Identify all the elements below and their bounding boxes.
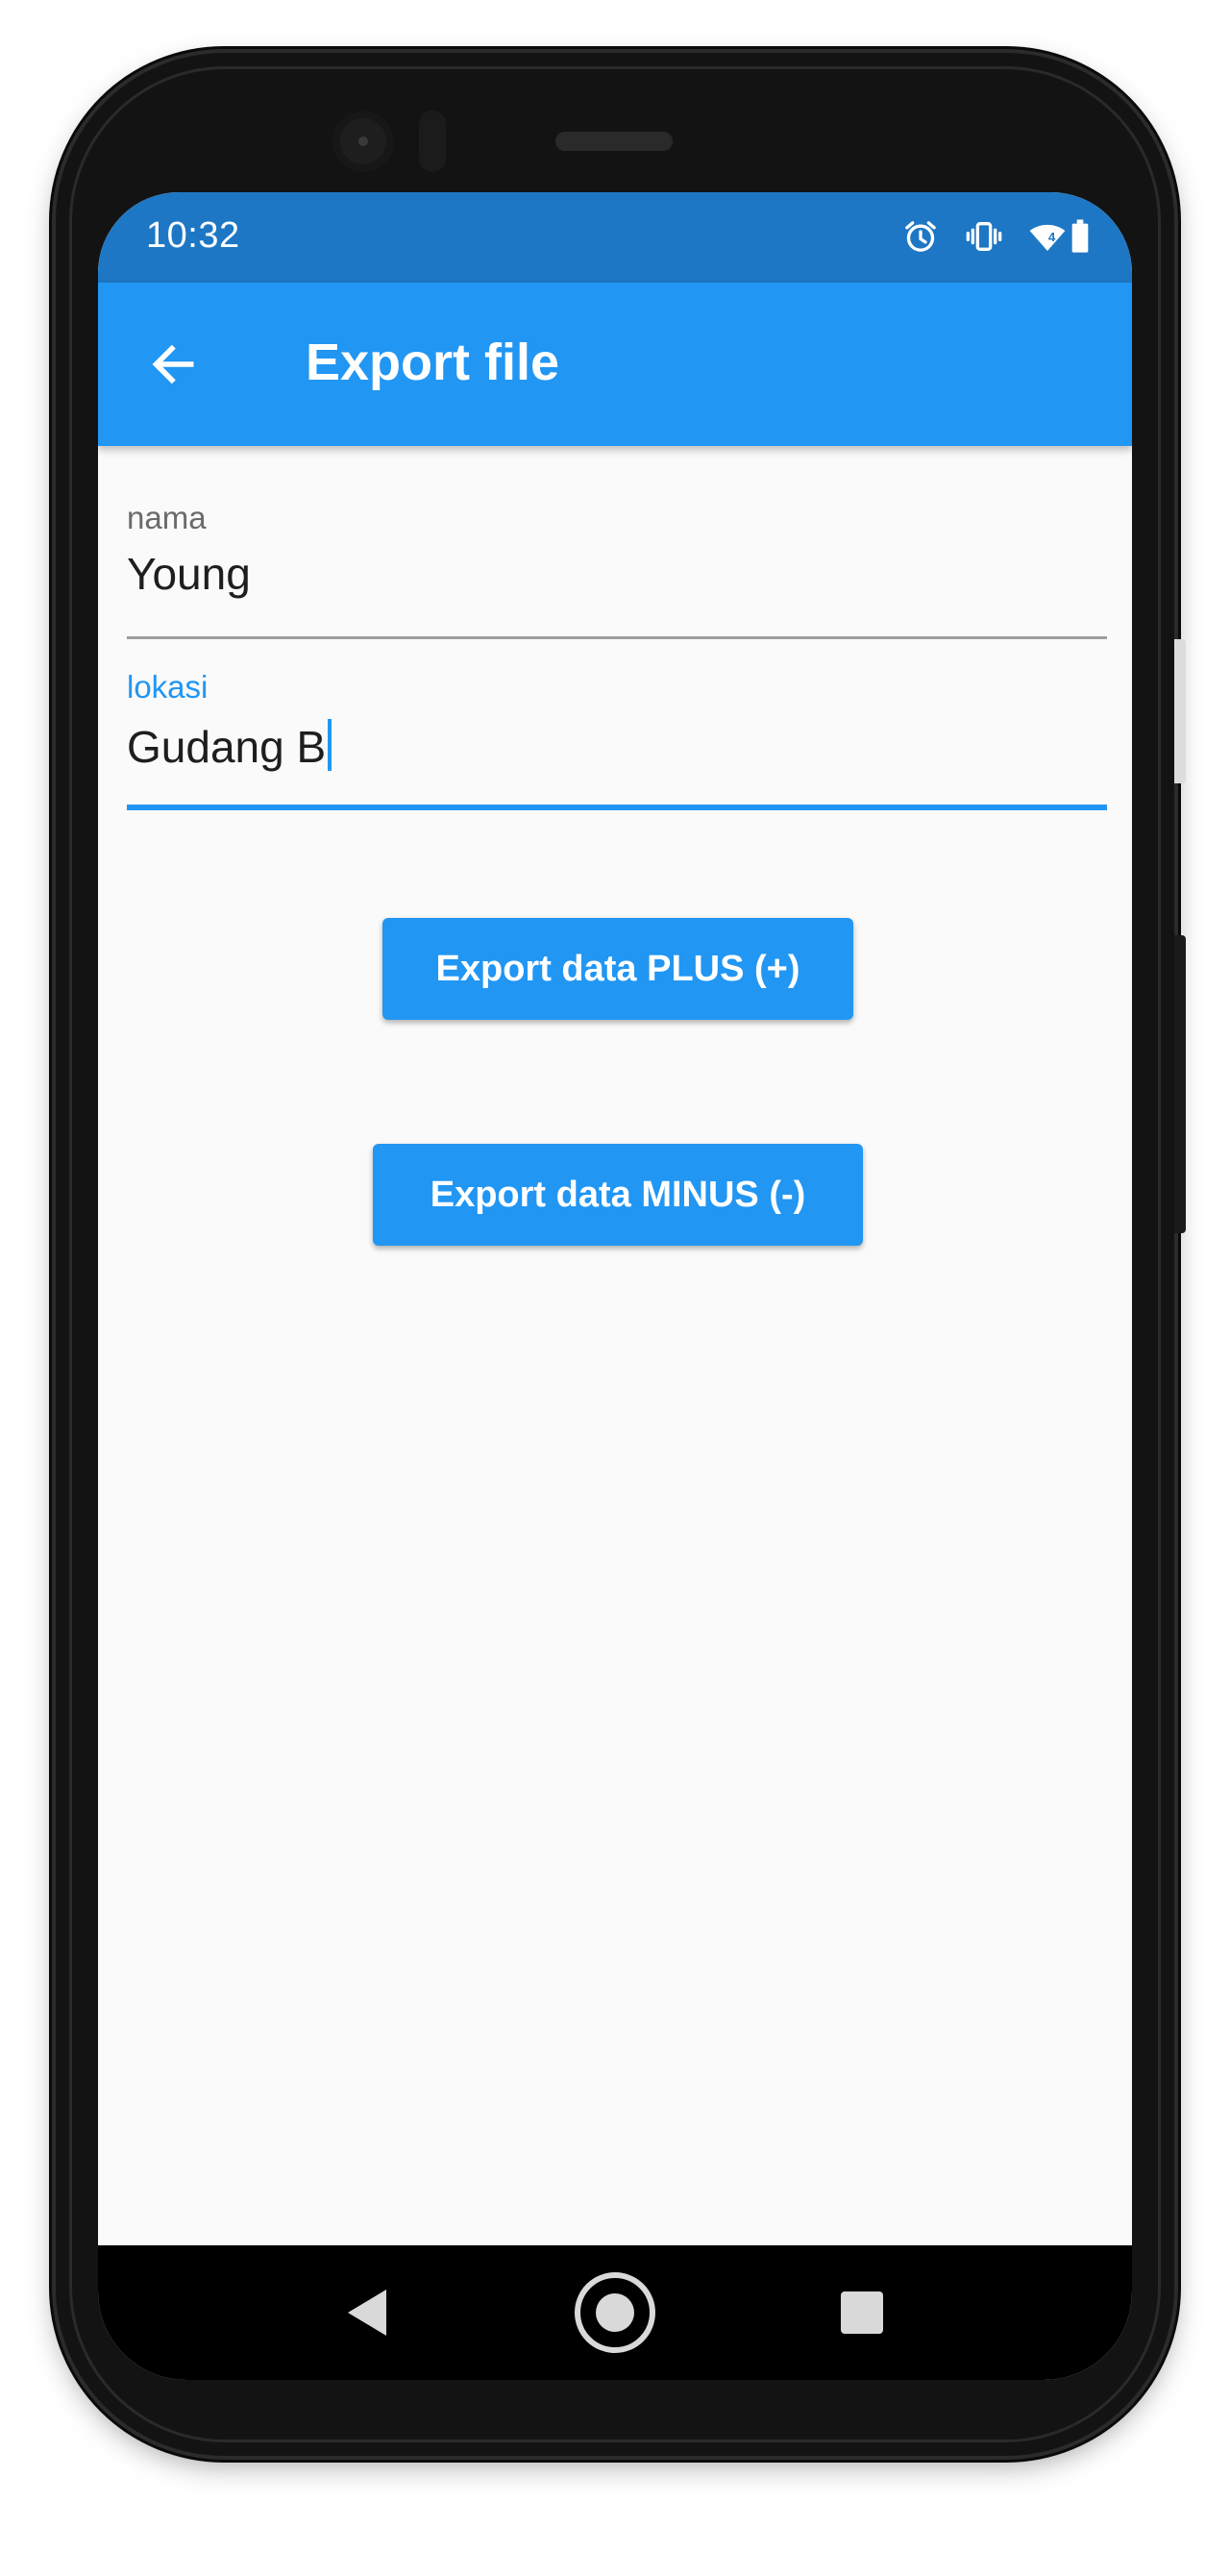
back-triangle-icon bbox=[348, 2290, 386, 2336]
nav-bar bbox=[98, 2245, 1132, 2380]
arrow-back-icon bbox=[152, 344, 194, 384]
earpiece-speaker bbox=[555, 132, 673, 151]
side-button-power bbox=[1174, 935, 1186, 1233]
alarm-icon bbox=[905, 221, 936, 252]
vibrate-icon bbox=[966, 222, 1002, 251]
page-title: Export file bbox=[306, 334, 560, 391]
screen: 10:32 4 Export file nama Young lokasi Gu… bbox=[98, 192, 1132, 2380]
recents-square-icon bbox=[841, 2291, 883, 2334]
nav-recents-button[interactable] bbox=[804, 2245, 920, 2380]
export-minus-button[interactable]: Export data MINUS (-) bbox=[373, 1144, 863, 1246]
lokasi-input-wrap[interactable]: Gudang B bbox=[127, 719, 332, 773]
nama-input[interactable]: Young bbox=[127, 548, 251, 600]
lokasi-underline bbox=[127, 805, 1107, 810]
battery-icon bbox=[1071, 219, 1089, 253]
export-plus-button[interactable]: Export data PLUS (+) bbox=[382, 918, 853, 1020]
proximity-sensor bbox=[419, 111, 446, 172]
home-circle-icon bbox=[575, 2272, 655, 2353]
lokasi-label: lokasi bbox=[127, 669, 209, 705]
lokasi-field[interactable]: lokasi Gudang B bbox=[127, 652, 1107, 810]
front-camera bbox=[332, 111, 394, 172]
status-bar: 10:32 4 bbox=[98, 192, 1132, 283]
nama-label: nama bbox=[127, 500, 207, 535]
status-icons: 4 bbox=[901, 215, 1092, 258]
side-button-small bbox=[1174, 639, 1186, 783]
nav-home-button[interactable] bbox=[557, 2245, 673, 2380]
nama-underline bbox=[127, 636, 1107, 639]
nav-back-button[interactable] bbox=[309, 2245, 425, 2380]
app-bar: Export file bbox=[98, 283, 1132, 446]
status-time: 10:32 bbox=[146, 215, 240, 256]
wifi-icon: 4 bbox=[1029, 224, 1066, 251]
wifi-battery-group: 4 bbox=[1028, 217, 1092, 256]
lokasi-input[interactable]: Gudang B bbox=[127, 722, 326, 772]
back-button[interactable] bbox=[144, 335, 202, 393]
nama-field[interactable]: nama Young bbox=[127, 481, 1107, 639]
text-cursor bbox=[328, 719, 332, 771]
svg-text:4: 4 bbox=[1048, 230, 1056, 244]
